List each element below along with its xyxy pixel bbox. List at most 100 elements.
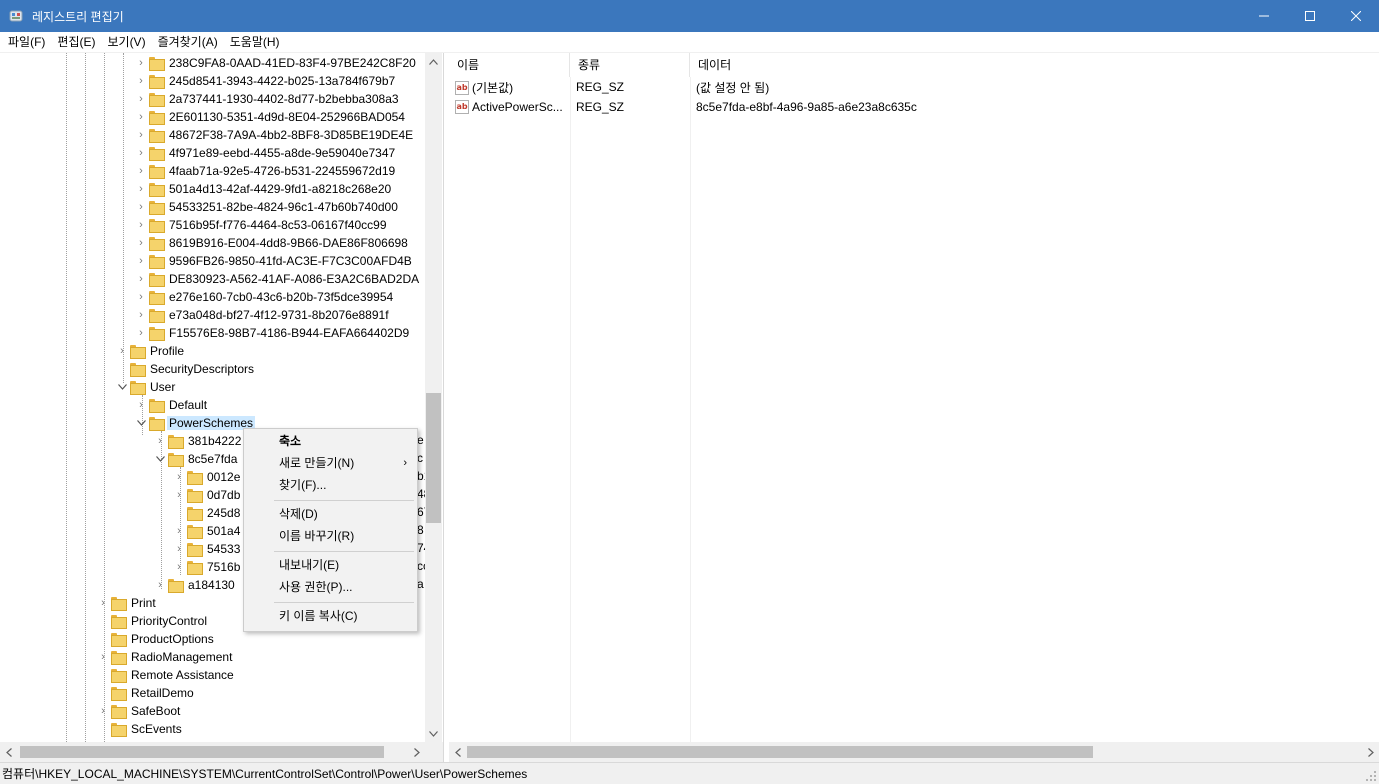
tree-horizontal-scrollbar[interactable]: [0, 742, 443, 762]
tree-item-subkey[interactable]: › 0d7db: [171, 486, 242, 504]
expand-chevron-icon[interactable]: ›: [133, 90, 149, 108]
menu-view[interactable]: 보기(V): [101, 32, 151, 52]
expand-chevron-icon[interactable]: ›: [133, 270, 149, 288]
scrollbar-thumb[interactable]: [467, 746, 1093, 758]
expand-chevron-icon[interactable]: ›: [171, 486, 187, 504]
scrollbar-thumb[interactable]: [20, 746, 384, 758]
tree-item-print[interactable]: › Print: [95, 594, 158, 612]
expand-chevron-icon[interactable]: ›: [133, 180, 149, 198]
tree-item[interactable]: › 2E601130-5351-4d9d-8E04-252966BAD054: [133, 108, 407, 126]
list-row[interactable]: ab ActivePowerSc... REG_SZ 8c5e7fda-e8bf-…: [449, 97, 1290, 117]
tree-item-sc-events[interactable]: ScEvents: [95, 720, 184, 738]
column-header-name[interactable]: 이름: [449, 53, 570, 77]
expand-chevron-icon[interactable]: ›: [95, 702, 111, 720]
maximize-button[interactable]: [1287, 0, 1333, 32]
menu-item-find[interactable]: 찾기(F)...: [244, 474, 417, 496]
scroll-left-icon[interactable]: [0, 742, 17, 762]
scroll-right-icon[interactable]: [1362, 742, 1379, 762]
expand-chevron-icon[interactable]: ›: [133, 234, 149, 252]
menu-item-collapse[interactable]: 축소: [244, 430, 417, 452]
scroll-right-icon[interactable]: [408, 742, 425, 762]
expand-chevron-icon[interactable]: ›: [171, 540, 187, 558]
expand-chevron-icon[interactable]: ›: [95, 648, 111, 666]
list-horizontal-scrollbar[interactable]: [449, 742, 1379, 762]
scroll-up-icon[interactable]: [425, 53, 442, 70]
scroll-left-icon[interactable]: [449, 742, 466, 762]
expand-chevron-icon[interactable]: ›: [133, 126, 149, 144]
expand-chevron-icon[interactable]: ›: [133, 252, 149, 270]
tree-item[interactable]: › 238C9FA8-0AAD-41ED-83F4-97BE242C8F20: [133, 54, 418, 72]
scroll-down-icon[interactable]: [425, 725, 442, 742]
tree-item-subkey[interactable]: › 501a4: [171, 522, 242, 540]
expand-chevron-icon[interactable]: ›: [133, 162, 149, 180]
tree-vertical-scrollbar[interactable]: [425, 53, 442, 742]
tree-item[interactable]: › e73a048d-bf27-4f12-9731-8b2076e8891f: [133, 306, 391, 324]
expand-chevron-icon[interactable]: ›: [171, 468, 187, 486]
tree-item-safe-boot[interactable]: › SafeBoot: [95, 702, 182, 720]
menu-item-rename[interactable]: 이름 바꾸기(R): [244, 525, 417, 547]
tree-item[interactable]: › 7516b95f-f776-4464-8c53-06167f40cc99: [133, 216, 389, 234]
menu-help[interactable]: 도움말(H): [224, 32, 286, 52]
tree-item-remote-assistance[interactable]: Remote Assistance: [95, 666, 236, 684]
tree-item-subkey[interactable]: › 7516b: [171, 558, 242, 576]
menu-item-new[interactable]: 새로 만들기(N) ›: [244, 452, 417, 474]
tree-item[interactable]: › 4faab71a-92e5-4726-b531-224559672d19: [133, 162, 397, 180]
tree-item[interactable]: › 2a737441-1930-4402-8d77-b2bebba308a3: [133, 90, 401, 108]
tree-item[interactable]: › 9596FB26-9850-41fd-AC3E-F7C3C00AFD4B: [133, 252, 414, 270]
collapse-chevron-icon[interactable]: [133, 414, 149, 432]
expand-chevron-icon[interactable]: ›: [152, 576, 168, 594]
tree-item-retail-demo[interactable]: RetailDemo: [95, 684, 196, 702]
scrollbar-thumb[interactable]: [426, 393, 441, 523]
tree-item[interactable]: › 245d8541-3943-4422-b025-13a784f679b7: [133, 72, 397, 90]
tree-item-subkey[interactable]: › 0012e: [171, 468, 242, 486]
expand-chevron-icon[interactable]: ›: [133, 396, 149, 414]
expand-chevron-icon[interactable]: ›: [95, 594, 111, 612]
tree-item-subkey[interactable]: › 54533: [171, 540, 242, 558]
tree-item[interactable]: › F15576E8-98B7-4186-B944-EAFA664402D9: [133, 324, 411, 342]
expand-chevron-icon[interactable]: ›: [133, 288, 149, 306]
tree-item-subkey[interactable]: 245d8: [171, 504, 242, 522]
expand-chevron-icon[interactable]: ›: [133, 306, 149, 324]
minimize-button[interactable]: [1241, 0, 1287, 32]
tree-item[interactable]: › e276e160-7cb0-43c6-b20b-73f5dce39954: [133, 288, 395, 306]
expand-chevron-icon[interactable]: ›: [171, 558, 187, 576]
tree-item[interactable]: › 48672F38-7A9A-4bb2-8BF8-3D85BE19DE4E: [133, 126, 415, 144]
list-row[interactable]: ab (기본값) REG_SZ (값 설정 안 됨): [449, 77, 1290, 97]
tree-item[interactable]: › 8619B916-E004-4dd8-9B66-DAE86F806698: [133, 234, 410, 252]
menu-item-delete[interactable]: 삭제(D): [244, 503, 417, 525]
column-header-data[interactable]: 데이터: [690, 53, 1379, 77]
tree-item-default[interactable]: › Default: [133, 396, 209, 414]
tree-item-security-descriptors[interactable]: SecurityDescriptors: [114, 360, 256, 378]
expand-chevron-icon[interactable]: ›: [133, 54, 149, 72]
expand-chevron-icon[interactable]: ›: [133, 216, 149, 234]
tree-item-priority-control[interactable]: PriorityControl: [95, 612, 209, 630]
menu-item-export[interactable]: 내보내기(E): [244, 554, 417, 576]
expand-chevron-icon[interactable]: ›: [133, 324, 149, 342]
expand-chevron-icon[interactable]: ›: [133, 72, 149, 90]
tree-item[interactable]: › 501a4d13-42af-4429-9fd1-a8218c268e20: [133, 180, 393, 198]
tree-item-product-options[interactable]: ProductOptions: [95, 630, 216, 648]
tree-item[interactable]: › 54533251-82be-4824-96c1-47b60b740d00: [133, 198, 400, 216]
tree-item-scheme[interactable]: › a184130: [152, 576, 237, 594]
collapse-chevron-icon[interactable]: [114, 378, 130, 396]
menu-favorites[interactable]: 즐겨찾기(A): [152, 32, 224, 52]
tree-item-profile[interactable]: › Profile: [114, 342, 186, 360]
tree-item[interactable]: › DE830923-A562-41AF-A086-E3A2C6BAD2DA: [133, 270, 421, 288]
tree-item[interactable]: › 4f971e89-eebd-4455-a8de-9e59040e7347: [133, 144, 397, 162]
expand-chevron-icon[interactable]: ›: [133, 108, 149, 126]
tree-item-scheme[interactable]: › 381b4222: [152, 432, 243, 450]
expand-chevron-icon[interactable]: ›: [133, 198, 149, 216]
menu-item-permissions[interactable]: 사용 권한(P)...: [244, 576, 417, 598]
resize-grip-icon[interactable]: [1365, 770, 1377, 782]
expand-chevron-icon[interactable]: ›: [114, 342, 130, 360]
column-header-type[interactable]: 종류: [570, 53, 690, 77]
close-button[interactable]: [1333, 0, 1379, 32]
tree-item-user[interactable]: User: [114, 378, 177, 396]
expand-chevron-icon[interactable]: ›: [171, 522, 187, 540]
tree-item-scheme[interactable]: 8c5e7fda: [152, 450, 239, 468]
expand-chevron-icon[interactable]: ›: [133, 144, 149, 162]
menu-edit[interactable]: 편집(E): [51, 32, 101, 52]
expand-chevron-icon[interactable]: ›: [152, 432, 168, 450]
tree-item-radio-management[interactable]: › RadioManagement: [95, 648, 234, 666]
tree-item-powerschemes[interactable]: PowerSchemes: [133, 414, 256, 432]
